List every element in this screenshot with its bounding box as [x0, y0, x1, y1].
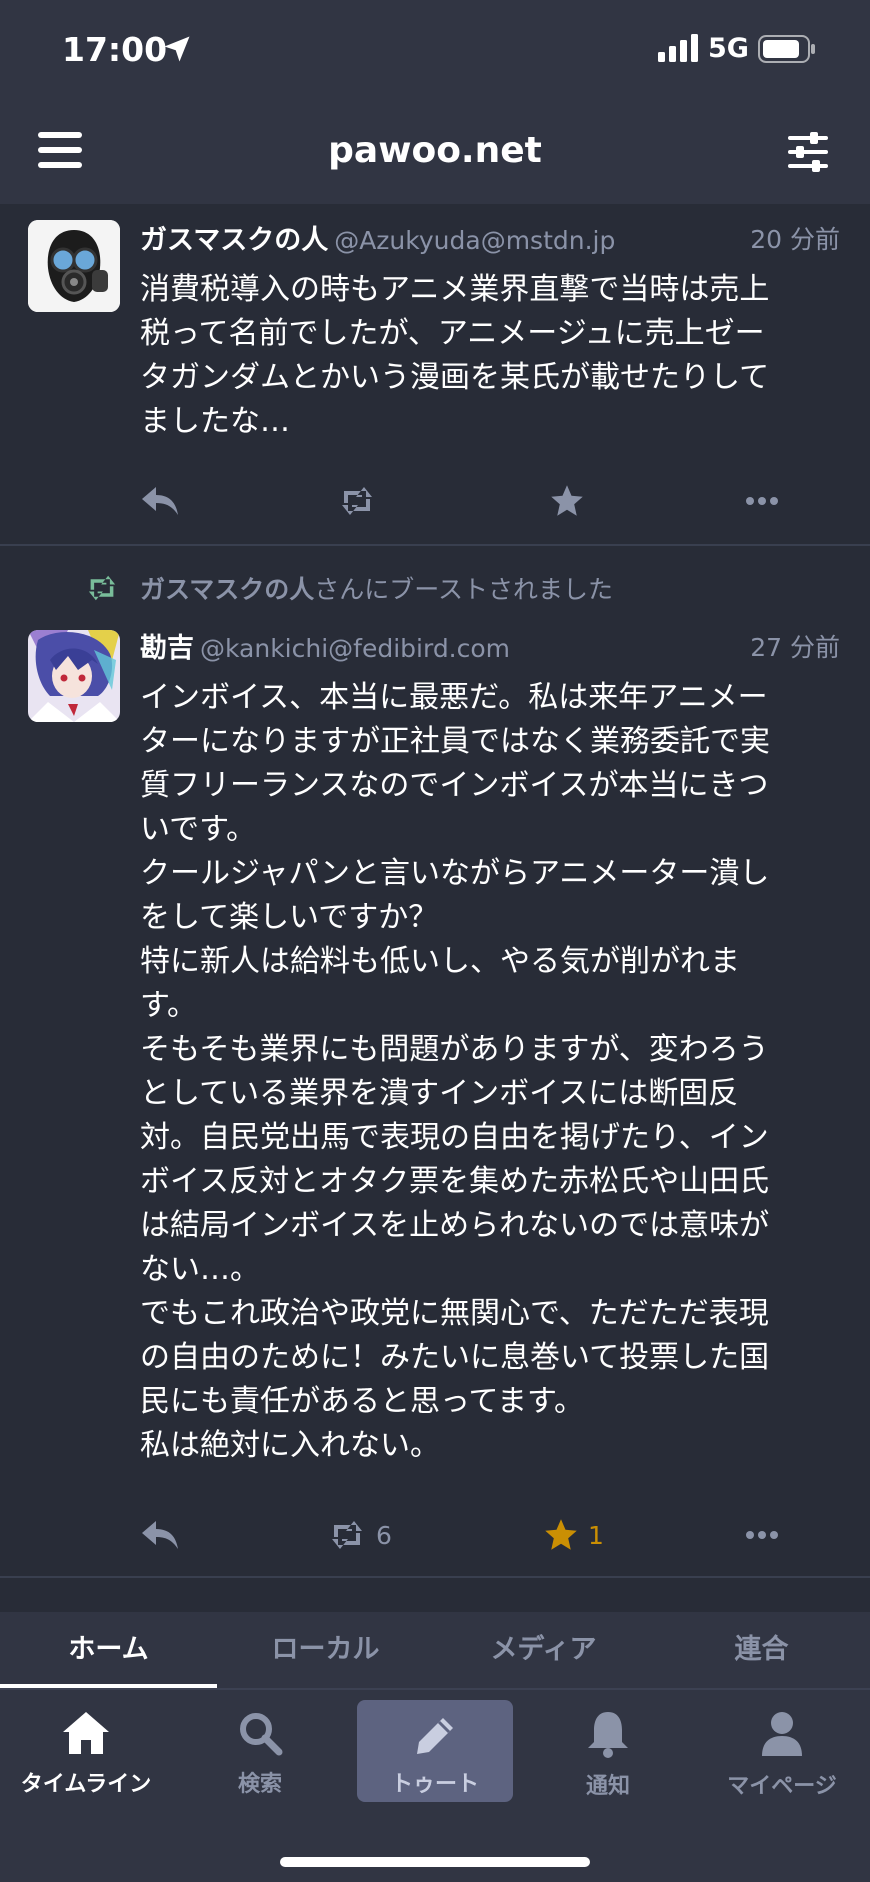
favourite-button[interactable] [548, 476, 586, 526]
nav-label: タイムライン [20, 1772, 152, 1797]
account-handle: @kankichi@fedibird.com [200, 634, 511, 663]
post-author[interactable]: 勘吉 @kankichi@fedibird.com [140, 626, 510, 665]
content-line: としている業界を潰すインボイスには断固反 [140, 1076, 739, 1111]
content-line: す。 [140, 988, 197, 1023]
star-icon [545, 1519, 577, 1550]
top-bar: 17:00 5G pawoo.net [0, 0, 870, 204]
toot-label: トゥート [390, 1772, 479, 1797]
post-content: 消費税導入の時もアニメ業界直撃で当時は売上 税って名前でしたが、アニメージュに売… [140, 268, 840, 444]
content-line: 特に新人は給料も低いし、やる気が削がれま [140, 944, 740, 979]
boost-icon [332, 1521, 362, 1549]
post-author[interactable]: ガスマスクの人 @Azukyuda@mstdn.jp [140, 218, 615, 257]
booster-name: ガスマスクの人 [140, 575, 315, 604]
content-line: の自由のために！みたいに息巻いて投票した国 [140, 1340, 770, 1375]
star-icon [551, 485, 583, 516]
content-line: 質フリーランスなのでインボイスが本当にきつ [140, 768, 769, 803]
reply-button[interactable] [140, 476, 180, 526]
content-line: そもそも業界にも問題がありますが、変わろう [140, 1032, 769, 1067]
boost-button[interactable] [336, 476, 378, 526]
more-icon [746, 1531, 778, 1539]
account-handle: @Azukyuda@mstdn.jp [334, 226, 616, 255]
more-button[interactable] [746, 476, 778, 526]
network-type: 5G [708, 33, 749, 64]
boost-count: 6 [376, 1520, 392, 1550]
status-time: 17:00 [62, 30, 168, 69]
reply-icon [142, 1521, 178, 1549]
content-line: ボイス反対とオタク票を集めた赤松氏や山田氏 [140, 1164, 770, 1199]
tab-home[interactable]: ホーム [0, 1612, 217, 1688]
more-icon [746, 497, 778, 505]
post-time[interactable]: 27 分前 [750, 628, 840, 664]
nav-mypage[interactable]: マイページ [702, 1710, 862, 1800]
boosted-suffix: さんにブーストされました [314, 575, 614, 604]
home-indicator [280, 1857, 590, 1867]
nav-label: 検索 [237, 1772, 282, 1797]
display-name: ガスマスクの人 [140, 225, 329, 256]
avatar[interactable] [28, 220, 120, 312]
status-post[interactable]: ガスマスクの人 @Azukyuda@mstdn.jp 20 分前 消費税導入の時も… [0, 204, 870, 546]
nav-search[interactable]: 検索 [180, 1710, 340, 1798]
page-title: pawoo.net [328, 130, 542, 171]
anime-avatar-icon [28, 630, 120, 722]
content-line: ましたな… [140, 404, 290, 439]
content-line: ない…。 [140, 1252, 260, 1287]
content-line: をして楽しいですか？ [140, 900, 439, 935]
gas-mask-avatar-icon [28, 220, 120, 312]
post-actions: 6 1 [0, 1510, 870, 1560]
bottom-nav: タイムライン 検索 トゥート 通知 マイページ [0, 1688, 870, 1882]
toot-button[interactable]: トゥート [357, 1700, 513, 1802]
location-arrow-icon [164, 36, 190, 62]
search-icon [240, 1713, 283, 1756]
content-line: でもこれ政治や政党に無関心で、ただただ表現 [140, 1296, 769, 1331]
user-icon [762, 1712, 802, 1756]
nav-notifications[interactable]: 通知 [528, 1710, 688, 1800]
content-line: いです。 [140, 812, 257, 847]
boost-indicator-icon [88, 575, 116, 601]
content-line: ターになりますが正社員ではなく業務委託で実 [140, 724, 770, 759]
timeline-tabs: ホーム ローカル メディア 連合 [0, 1612, 870, 1688]
boosted-by[interactable]: ガスマスクの人さんにブーストされました [140, 570, 613, 606]
status-post[interactable]: ガスマスクの人さんにブーストされました 勘吉 @kankichi@fedibird… [0, 546, 870, 1578]
content-line: タガンダムとかいう漫画を某氏が載せたりして [140, 360, 770, 395]
content-line: クールジャパンと言いながらアニメーター潰し [140, 856, 770, 891]
fav-count: 1 [588, 1520, 604, 1550]
post-actions [0, 476, 870, 526]
favourite-button[interactable]: 1 [542, 1510, 604, 1560]
battery-icon [758, 35, 815, 63]
avatar[interactable] [28, 630, 120, 722]
more-button[interactable] [746, 1510, 778, 1560]
reply-button[interactable] [140, 1510, 180, 1560]
pencil-icon [417, 1718, 453, 1754]
bell-icon [588, 1712, 628, 1758]
signal-icon [658, 34, 698, 62]
display-name: 勘吉 [140, 633, 194, 664]
tab-federated[interactable]: 連合 [653, 1612, 870, 1688]
boost-button[interactable]: 6 [326, 1510, 392, 1560]
reply-icon [142, 487, 178, 515]
nav-timeline[interactable]: タイムライン [6, 1710, 166, 1798]
home-icon [63, 1712, 109, 1754]
content-line: 消費税導入の時もアニメ業界直撃で当時は売上 [140, 272, 770, 307]
post-content: インボイス、本当に最悪だ。私は来年アニメー ターになりますが正社員ではなく業務委… [140, 676, 840, 1468]
tab-media[interactable]: メディア [435, 1612, 652, 1688]
content-line: インボイス、本当に最悪だ。私は来年アニメー [140, 680, 768, 715]
content-line: 税って名前でしたが、アニメージュに売上ゼー [140, 316, 765, 351]
content-line: 民にも責任があると思ってます。 [140, 1384, 584, 1419]
post-time[interactable]: 20 分前 [750, 220, 840, 256]
tab-local[interactable]: ローカル [217, 1612, 434, 1688]
content-line: 私は絶対に入れない。 [140, 1428, 440, 1463]
nav-label: マイページ [727, 1774, 837, 1799]
sliders-icon[interactable] [786, 132, 830, 172]
boost-icon [342, 487, 372, 515]
content-line: 対。自民党出馬で表現の自由を掲げたり、イン [140, 1120, 769, 1155]
content-line: は結局インボイスを止められないのでは意味が [140, 1208, 770, 1243]
nav-label: 通知 [585, 1774, 630, 1799]
